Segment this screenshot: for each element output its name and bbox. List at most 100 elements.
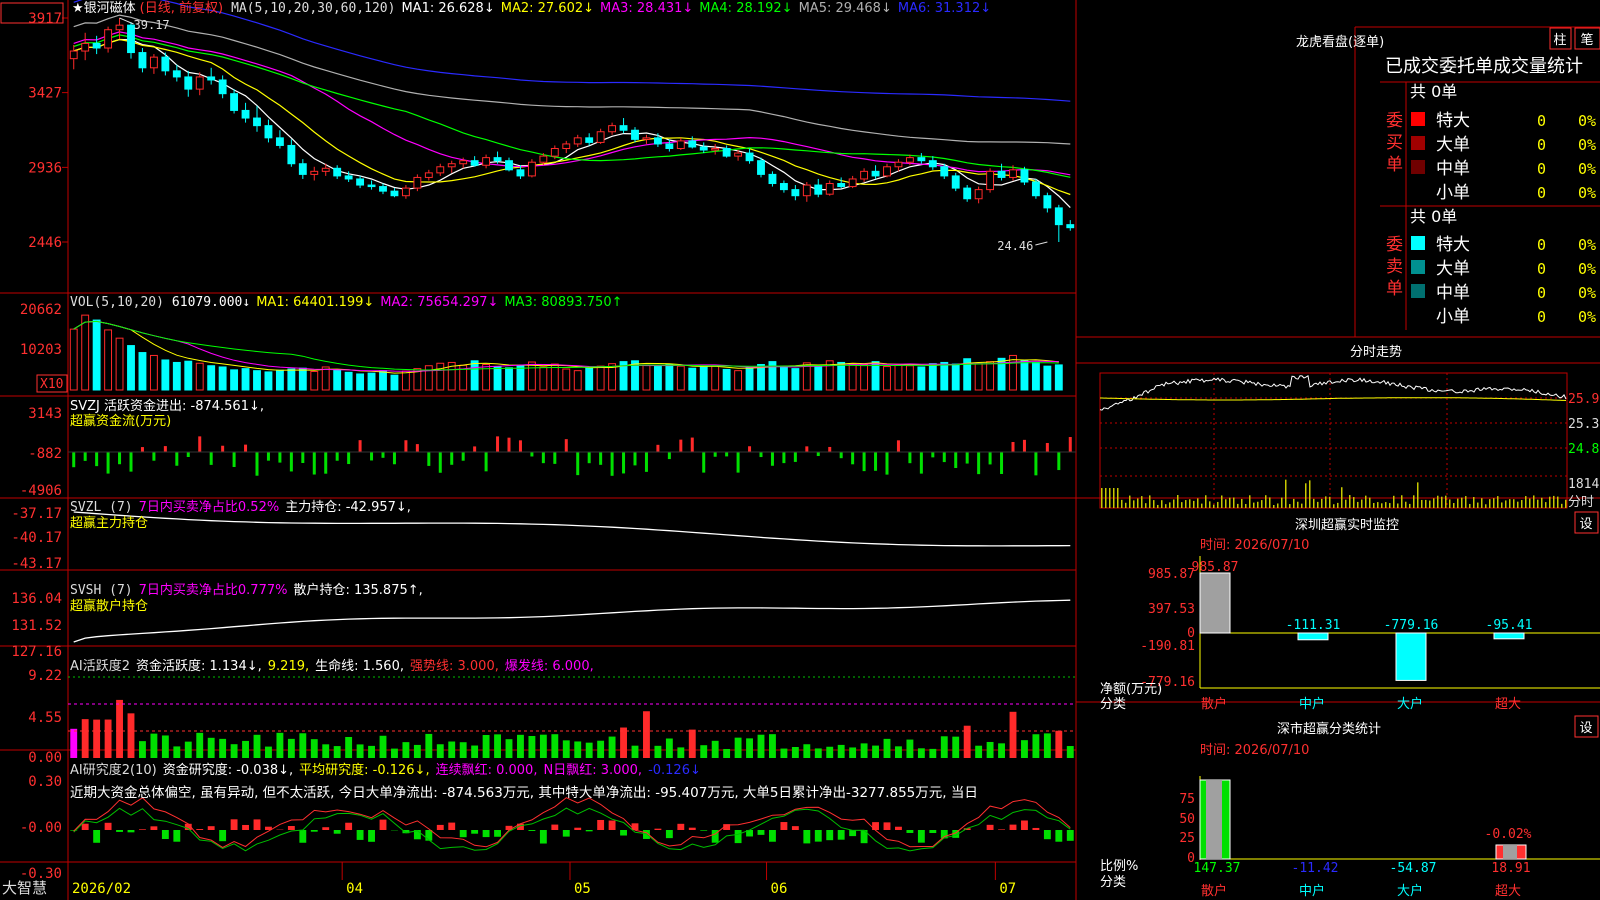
activity-bar[interactable] xyxy=(139,741,146,758)
candle-body[interactable] xyxy=(860,170,869,180)
activity-bar[interactable] xyxy=(940,736,948,758)
research-bar[interactable] xyxy=(849,830,857,837)
research-bar[interactable] xyxy=(929,830,937,834)
volume-bar[interactable] xyxy=(711,365,720,391)
activity-bar[interactable] xyxy=(746,738,753,758)
candle-body[interactable] xyxy=(505,160,513,171)
activity-bar[interactable] xyxy=(608,736,616,758)
volume-bar[interactable] xyxy=(596,365,605,391)
volume-bar[interactable] xyxy=(779,365,788,391)
activity-bar[interactable] xyxy=(517,734,524,758)
research-bar[interactable] xyxy=(333,830,341,834)
activity-bar[interactable] xyxy=(379,735,387,758)
volume-bar[interactable] xyxy=(688,367,697,391)
activity-bar[interactable] xyxy=(265,746,272,758)
flow-bar[interactable] xyxy=(347,452,351,465)
volume-bar[interactable] xyxy=(333,369,342,391)
flow-bar[interactable] xyxy=(610,452,614,476)
candle-body[interactable] xyxy=(275,137,284,146)
flow-bar[interactable] xyxy=(186,452,190,458)
candle-body[interactable] xyxy=(699,146,708,151)
volume-bar[interactable] xyxy=(928,363,937,391)
activity-bar[interactable] xyxy=(230,744,238,758)
activity-bar[interactable] xyxy=(688,729,696,758)
research-bar[interactable] xyxy=(207,826,215,830)
activity-bar[interactable] xyxy=(631,745,639,758)
activity-bar[interactable] xyxy=(161,735,169,758)
candle-body[interactable] xyxy=(791,189,800,197)
flow-bar[interactable] xyxy=(518,440,522,452)
research-bar[interactable] xyxy=(150,826,158,830)
flow-bar[interactable] xyxy=(83,452,87,461)
candle-body[interactable] xyxy=(482,157,491,166)
flow-bar[interactable] xyxy=(553,452,557,464)
candle-body[interactable] xyxy=(207,76,216,81)
candle-body[interactable] xyxy=(413,176,422,189)
flow-bar[interactable] xyxy=(427,452,431,466)
candle-body[interactable] xyxy=(745,152,754,162)
activity-bar[interactable] xyxy=(116,699,123,758)
flow-bar[interactable] xyxy=(988,452,992,465)
activity-bar[interactable] xyxy=(551,734,559,758)
candle-body[interactable] xyxy=(997,170,1006,178)
flow-bar[interactable] xyxy=(851,452,855,465)
candle-body[interactable] xyxy=(161,56,170,72)
activity-bar[interactable] xyxy=(986,741,994,758)
volume-bar[interactable] xyxy=(493,366,502,391)
research-bar[interactable] xyxy=(1021,820,1028,830)
volume-bar[interactable] xyxy=(585,367,594,391)
flow-bar[interactable] xyxy=(1045,443,1049,452)
flow-bar[interactable] xyxy=(255,452,259,476)
flow-bar[interactable] xyxy=(908,452,912,464)
research-bar[interactable] xyxy=(585,830,593,832)
flow-bar[interactable] xyxy=(839,452,843,459)
activity-bar[interactable] xyxy=(562,740,570,758)
candle-body[interactable] xyxy=(390,190,399,197)
activity-bar[interactable] xyxy=(436,744,444,758)
flow-bar[interactable] xyxy=(977,452,981,475)
volume-bar[interactable] xyxy=(241,368,250,391)
volume-bar[interactable] xyxy=(161,359,170,391)
activity-bar[interactable] xyxy=(917,748,925,758)
activity-bar[interactable] xyxy=(849,747,857,758)
candle-body[interactable] xyxy=(1020,169,1029,183)
activity-bar[interactable] xyxy=(597,740,605,758)
candle-body[interactable] xyxy=(298,163,307,175)
flow-bar[interactable] xyxy=(919,452,923,474)
activity-bar[interactable] xyxy=(505,739,513,758)
candle-body[interactable] xyxy=(894,161,903,168)
research-bar[interactable] xyxy=(528,830,536,831)
volume-bar[interactable] xyxy=(894,363,903,391)
flow-bar[interactable] xyxy=(129,452,133,472)
research-bar[interactable] xyxy=(769,830,776,842)
candle-body[interactable] xyxy=(734,152,743,157)
candle-body[interactable] xyxy=(379,186,387,192)
flow-bar[interactable] xyxy=(633,452,637,466)
volume-bar[interactable] xyxy=(505,367,513,391)
candle-body[interactable] xyxy=(1054,207,1063,226)
research-bar[interactable] xyxy=(551,824,559,830)
activity-bar[interactable] xyxy=(299,733,307,758)
flow-bar[interactable] xyxy=(942,452,946,463)
volume-bar[interactable] xyxy=(986,361,995,391)
activity-bar[interactable] xyxy=(539,734,547,758)
flow-bar[interactable] xyxy=(324,452,328,474)
candle-body[interactable] xyxy=(871,170,880,177)
candle-body[interactable] xyxy=(665,143,674,150)
flow-bar[interactable] xyxy=(266,452,270,461)
research-bar[interactable] xyxy=(310,830,318,832)
flow-bar[interactable] xyxy=(232,452,236,468)
research-bar[interactable] xyxy=(677,823,685,830)
flow-bar[interactable] xyxy=(312,452,316,475)
candle-body[interactable] xyxy=(1031,181,1040,197)
flow-bar[interactable] xyxy=(816,452,820,457)
research-bar[interactable] xyxy=(872,822,879,830)
volume-bar[interactable] xyxy=(699,366,708,391)
candle-body[interactable] xyxy=(837,183,846,188)
volume-bar[interactable] xyxy=(653,366,662,391)
flow-bar[interactable] xyxy=(1068,437,1072,452)
research-bar[interactable] xyxy=(1066,830,1074,841)
candle-body[interactable] xyxy=(802,184,811,197)
volume-bar[interactable] xyxy=(287,368,296,391)
volume-bar[interactable] xyxy=(814,365,823,391)
